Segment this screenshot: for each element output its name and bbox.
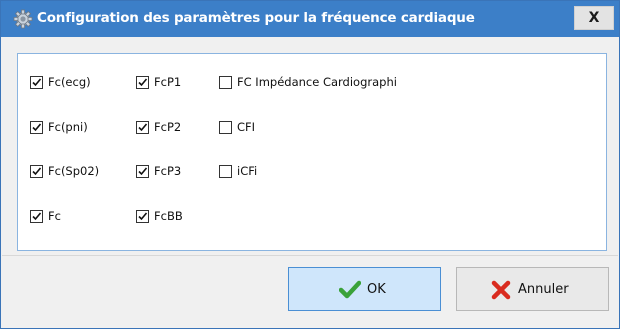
- checkbox-unchecked-icon: [219, 76, 232, 89]
- ok-button-label: OK: [367, 282, 386, 297]
- dialog-title: Configuration des paramètres pour la fré…: [37, 10, 475, 26]
- parameters-panel: Fc(ecg) Fc(pni) Fc(Sp02) Fc FcP1 FcP2 Fc…: [17, 53, 607, 251]
- checkbox-label: Fc(pni): [48, 120, 88, 134]
- checkbox-label: FcBB: [154, 209, 183, 223]
- checkbox-icfi[interactable]: iCFi: [219, 163, 299, 181]
- cross-icon: [491, 280, 511, 300]
- heart-rate-config-dialog: Configuration des paramètres pour la fré…: [0, 0, 620, 329]
- cancel-button-label: Annuler: [518, 282, 569, 297]
- checkbox-label: FC Impédance Cardiographi: [237, 75, 397, 89]
- separator: [2, 255, 618, 256]
- checkbox-unchecked-icon: [219, 121, 232, 134]
- checkbox-label: iCFi: [237, 164, 258, 178]
- checkbox-fcp3[interactable]: FcP3: [136, 163, 216, 181]
- checkbox-checked-icon: [136, 121, 149, 134]
- checkbox-label: Fc(ecg): [48, 75, 91, 89]
- checkbox-checked-icon: [30, 121, 43, 134]
- checkbox-fc-sp02[interactable]: Fc(Sp02): [30, 163, 130, 181]
- checkbox-label: FcP2: [154, 120, 182, 134]
- checkbox-unchecked-icon: [219, 165, 232, 178]
- checkbox-checked-icon: [136, 210, 149, 223]
- close-icon: X: [588, 10, 600, 26]
- checkbox-checked-icon: [136, 165, 149, 178]
- title-bar[interactable]: Configuration des paramètres pour la fré…: [1, 1, 619, 37]
- checkbox-label: FcP3: [154, 164, 182, 178]
- checkbox-label: Fc: [48, 209, 61, 223]
- close-button[interactable]: X: [574, 6, 614, 30]
- checkbox-fcbb[interactable]: FcBB: [136, 208, 216, 226]
- checkbox-checked-icon: [30, 210, 43, 223]
- checkbox-checked-icon: [30, 165, 43, 178]
- checkbox-fcp2[interactable]: FcP2: [136, 119, 216, 137]
- checkbox-checked-icon: [30, 76, 43, 89]
- checkbox-fc-impedance-cardiographie[interactable]: FC Impédance Cardiographi: [219, 74, 469, 92]
- checkbox-label: Fc(Sp02): [48, 164, 100, 178]
- checkbox-checked-icon: [136, 76, 149, 89]
- checkbox-label: CFI: [237, 120, 256, 134]
- checkbox-fc-pni[interactable]: Fc(pni): [30, 119, 130, 137]
- checkbox-fc-ecg[interactable]: Fc(ecg): [30, 74, 130, 92]
- checkmark-icon: [339, 280, 361, 299]
- cancel-button[interactable]: Annuler: [456, 267, 609, 311]
- ok-button[interactable]: OK: [288, 267, 441, 311]
- gear-icon: [13, 9, 33, 29]
- checkbox-cfi[interactable]: CFI: [219, 119, 299, 137]
- checkbox-fc[interactable]: Fc: [30, 208, 130, 226]
- checkbox-label: FcP1: [154, 75, 182, 89]
- checkbox-fcp1[interactable]: FcP1: [136, 74, 216, 92]
